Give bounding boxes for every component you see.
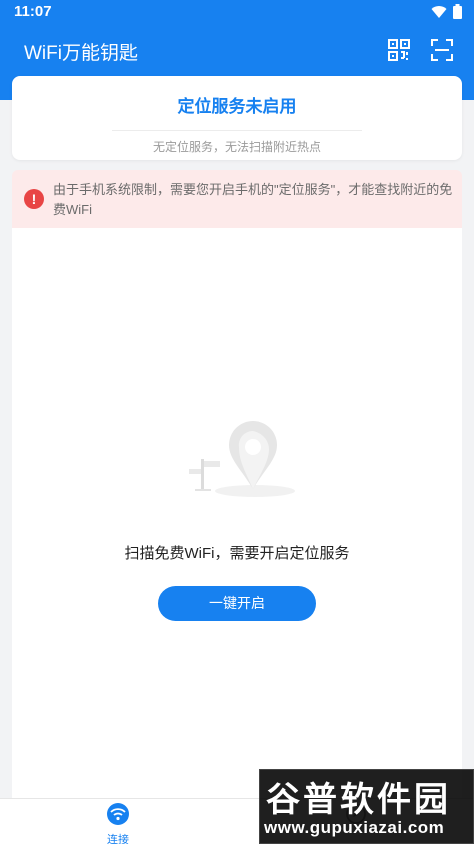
watermark-logo: 谷普软件园: [266, 780, 451, 820]
watermark-url: www.gupuxiazai.com: [264, 818, 445, 837]
location-card-divider: [112, 130, 362, 131]
wifi-signal-icon: [431, 5, 447, 18]
scan-icon: [431, 39, 453, 61]
location-card-title: 定位服务未启用: [177, 97, 297, 116]
location-card-subtitle: 无定位服务，无法扫描附近热点: [152, 140, 321, 154]
alert-banner: ! 由于手机系统限制，需要您开启手机的"定位服务"，才能查找附近的免费WiFi: [12, 170, 462, 228]
app-title: WiFi万能钥匙: [24, 43, 138, 64]
location-status-card: 定位服务未启用 无定位服务，无法扫描附近热点: [12, 76, 462, 160]
nav-item-connect-label: 连接: [107, 834, 129, 844]
nav-item-connect[interactable]: 连接: [88, 803, 148, 844]
main-panel: 扫描免费WiFi，需要开启定位服务 一键开启: [12, 228, 462, 798]
app-bar: WiFi万能钥匙: [0, 26, 474, 72]
scan-button[interactable]: [430, 38, 454, 62]
qr-code-icon: [388, 39, 410, 61]
status-bar: 11:07: [0, 0, 474, 26]
battery-icon: [453, 4, 462, 19]
watermark: 谷普软件园 www.gupuxiazai.com: [259, 769, 474, 844]
status-time: 11:07: [14, 3, 52, 20]
enable-location-button[interactable]: 一键开启: [158, 586, 316, 621]
map-pin-signpost-illustration: [189, 421, 295, 497]
exclamation-icon: !: [24, 189, 44, 209]
status-icons: [431, 4, 462, 19]
wifi-icon: [107, 803, 129, 825]
qr-code-button[interactable]: [387, 38, 411, 62]
empty-state-message: 扫描免费WiFi，需要开启定位服务: [124, 545, 350, 562]
alert-text: 由于手机系统限制，需要您开启手机的"定位服务"，才能查找附近的免费WiFi: [53, 182, 453, 217]
